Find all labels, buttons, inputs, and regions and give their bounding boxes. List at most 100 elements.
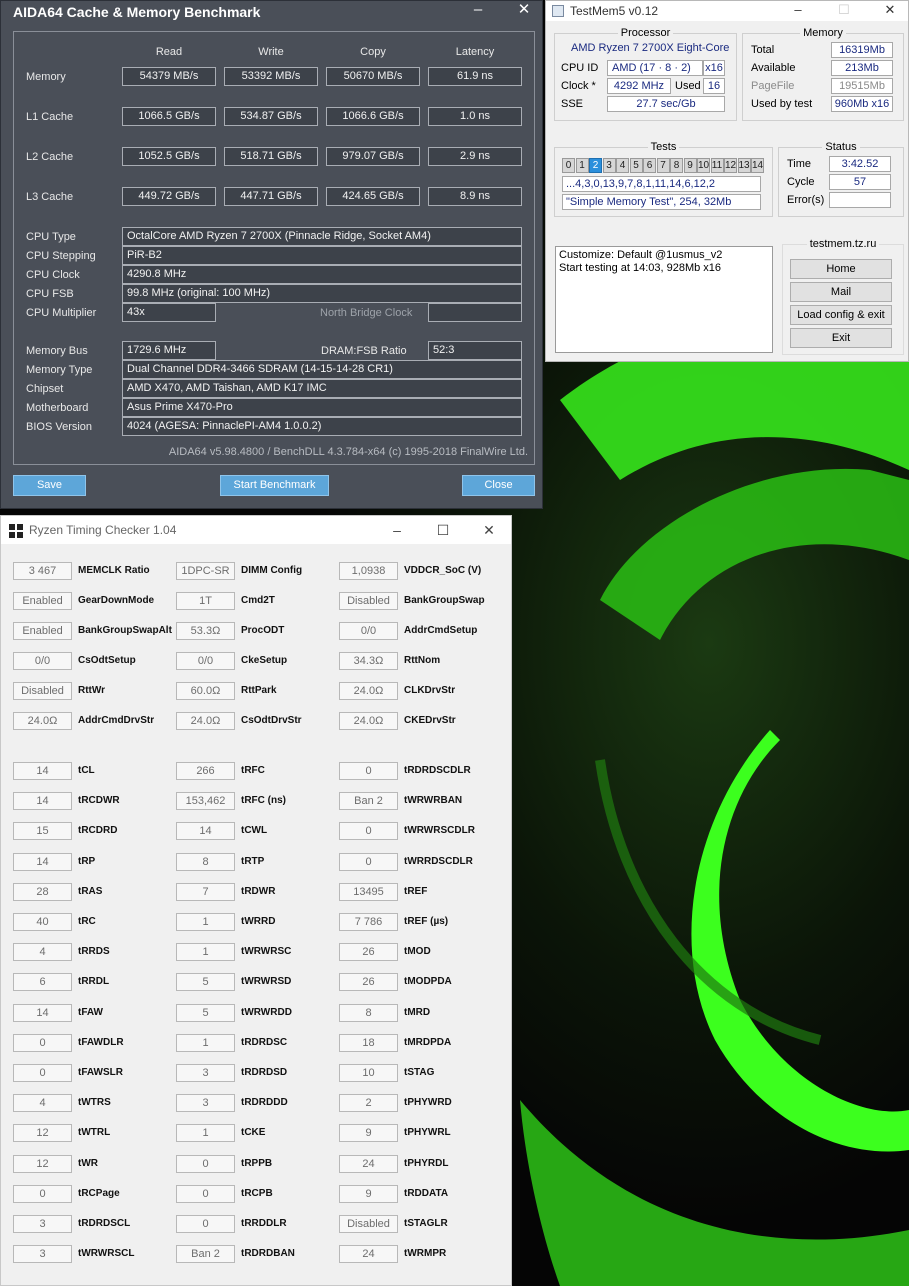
site-link[interactable]: testmem.tz.ru	[806, 238, 880, 250]
timing-value: 14	[13, 1004, 72, 1022]
timing-label: tREF (µs)	[404, 916, 449, 927]
aida64-title: AIDA64 Cache & Memory Benchmark	[1, 1, 542, 23]
timing-value: 5	[176, 973, 235, 991]
test-number-13[interactable]: 13	[737, 158, 751, 173]
timing-label: GearDownMode	[78, 595, 155, 606]
maximize-icon[interactable]: ☐	[431, 520, 455, 540]
cpuid-value: AMD (17 · 8 · 2)	[607, 60, 703, 76]
timing-label: tCKE	[241, 1127, 266, 1138]
app-icon	[552, 5, 564, 17]
timing-value: 15	[13, 822, 72, 840]
bios-label: BIOS Version	[26, 421, 93, 433]
nb-clock-label: North Bridge Clock	[320, 307, 413, 319]
close-icon[interactable]: ✕	[477, 520, 501, 540]
load-config-exit-button[interactable]: Load config & exit	[790, 305, 892, 325]
minimize-icon[interactable]: –	[788, 1, 808, 19]
memory-write: 53392 MB/s	[224, 67, 318, 86]
home-button[interactable]: Home	[790, 259, 892, 279]
cpu-clock-label: CPU Clock	[26, 269, 80, 281]
timing-value: Enabled	[13, 592, 72, 610]
maximize-icon[interactable]: ☐	[834, 1, 854, 19]
cycle-value: 57	[829, 174, 891, 190]
timing-label: tPHYWRL	[404, 1127, 451, 1138]
mail-button[interactable]: Mail	[790, 282, 892, 302]
cpu-fsb-value: 99.8 MHz (original: 100 MHz)	[122, 284, 522, 303]
timing-value: 1	[176, 1034, 235, 1052]
available-label: Available	[751, 62, 796, 74]
test-number-5[interactable]: 5	[629, 158, 643, 173]
aida64-window: AIDA64 Cache & Memory Benchmark – ✕ Read…	[0, 0, 543, 509]
close-button[interactable]: Close	[462, 475, 535, 496]
timing-value: 3	[13, 1245, 72, 1263]
motherboard-value: Asus Prime X470-Pro	[122, 398, 522, 417]
timing-value: 12	[13, 1155, 72, 1173]
close-icon[interactable]: ✕	[514, 1, 534, 19]
timing-value: 40	[13, 913, 72, 931]
timing-value: 2	[339, 1094, 398, 1112]
timing-label: tRP	[78, 856, 96, 867]
test-number-9[interactable]: 9	[683, 158, 697, 173]
timing-value: 9	[339, 1185, 398, 1203]
column-header-copy: Copy	[360, 46, 386, 58]
memory-group-title: Memory	[800, 27, 846, 39]
timing-value: 0	[13, 1064, 72, 1082]
log-line: Start testing at 14:03, 928Mb x16	[559, 262, 722, 274]
timing-label: AddrCmdDrvStr	[78, 715, 155, 726]
timing-label: tWRWRBAN	[404, 795, 463, 806]
timing-label: VDDCR_SoC (V)	[404, 565, 482, 576]
test-number-0[interactable]: 0	[562, 158, 575, 173]
timing-label: tPHYRDL	[404, 1158, 449, 1169]
timing-label: tWRWRDD	[241, 1007, 292, 1018]
clock-label: Clock *	[561, 80, 596, 92]
test-number-8[interactable]: 8	[670, 158, 683, 173]
cpu-type-label: CPU Type	[26, 231, 76, 243]
timing-label: tMRD	[404, 1007, 431, 1018]
cpu-multiplier-label: CPU Multiplier	[26, 307, 97, 319]
timing-label: tRDWR	[241, 886, 276, 897]
timing-label: tRDRDBAN	[241, 1248, 295, 1259]
timing-value: 1	[176, 1124, 235, 1142]
timing-value: 34.3Ω	[339, 652, 398, 670]
timing-label: tRFC (ns)	[241, 795, 286, 806]
clock-value: 4292 MHz	[607, 78, 671, 94]
test-number-1[interactable]: 1	[575, 158, 589, 173]
close-icon[interactable]: ✕	[880, 1, 900, 19]
timing-label: tRPPB	[241, 1158, 273, 1169]
timing-value: 60.0Ω	[176, 682, 235, 700]
minimize-icon[interactable]: –	[468, 1, 488, 19]
test-sequence: ...4,3,0,13,9,7,8,1,11,14,6,12,2	[562, 176, 761, 192]
test-number-7[interactable]: 7	[656, 158, 670, 173]
timing-label: tRCDWR	[78, 795, 120, 806]
test-number-6[interactable]: 6	[643, 158, 656, 173]
row-label-l3: L3 Cache	[26, 191, 74, 203]
test-number-11[interactable]: 11	[710, 158, 724, 173]
timing-label: tFAW	[78, 1007, 103, 1018]
test-number-4[interactable]: 4	[616, 158, 629, 173]
start-benchmark-button[interactable]: Start Benchmark	[220, 475, 329, 496]
test-number-10[interactable]: 10	[697, 158, 710, 173]
timing-label: tRCPage	[78, 1188, 120, 1199]
timing-value: 12	[13, 1124, 72, 1142]
minimize-icon[interactable]: –	[385, 520, 409, 540]
test-number-14[interactable]: 14	[751, 158, 764, 173]
cpu-multiplier-value: 43x	[122, 303, 216, 322]
timing-label: RttNom	[404, 655, 441, 666]
save-button[interactable]: Save	[13, 475, 86, 496]
timing-value: 0	[13, 1034, 72, 1052]
test-number-3[interactable]: 3	[602, 158, 616, 173]
timing-label: tWTRS	[78, 1097, 111, 1108]
test-number-2[interactable]: 2	[589, 158, 602, 173]
status-group: Status Time 3:42.52 Cycle 57 Error(s)	[778, 141, 904, 217]
l2-copy: 979.07 GB/s	[326, 147, 420, 166]
timing-label: ProcODT	[241, 625, 285, 636]
timing-value: 24	[339, 1245, 398, 1263]
timing-value: 0	[339, 762, 398, 780]
timing-value: 0/0	[339, 622, 398, 640]
timing-value: 5	[176, 1004, 235, 1022]
timing-label: tWRWRSC	[241, 946, 292, 957]
test-number-12[interactable]: 12	[724, 158, 737, 173]
used-by-test-value: 960Mb x16	[831, 96, 893, 112]
test-log[interactable]: Customize: Default @1usmus_v2 Start test…	[555, 246, 773, 353]
exit-button[interactable]: Exit	[790, 328, 892, 348]
timing-value: 14	[13, 853, 72, 871]
